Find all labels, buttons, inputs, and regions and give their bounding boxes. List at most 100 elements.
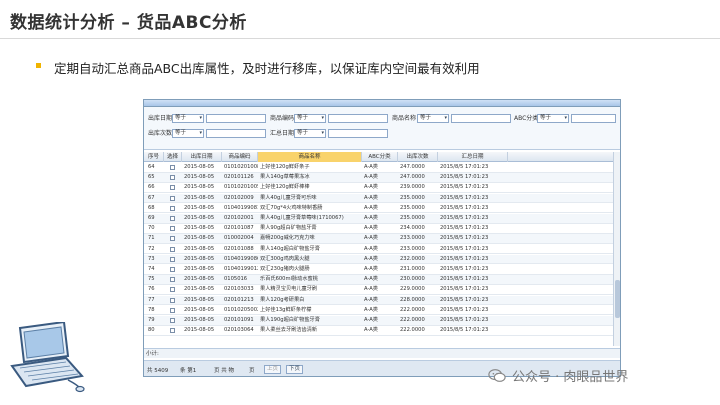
- filter-op-abc[interactable]: 等于 ▾: [537, 114, 569, 123]
- table-cell: 01010201008: [224, 164, 258, 170]
- title-divider: [0, 38, 720, 39]
- table-cell: 73: [148, 255, 155, 262]
- col-header-name[interactable]: 商品名称: [258, 152, 362, 162]
- table-cell: 247.0000: [400, 164, 425, 170]
- table-cell: 231.0000: [400, 266, 425, 272]
- vertical-scrollbar[interactable]: [613, 152, 620, 346]
- table-cell: 232.0000: [400, 255, 425, 262]
- filter-op-name[interactable]: 等于 ▾: [417, 114, 449, 123]
- prev-page-button[interactable]: 上页: [264, 365, 282, 374]
- row-checkbox[interactable]: [170, 328, 175, 334]
- table-row[interactable]: 64 2015-08-05 01010201008 上好佳120g鲜虾条子 A-A类 24…: [144, 163, 614, 173]
- filter-input-count[interactable]: [206, 129, 266, 138]
- table-cell: 64: [148, 164, 155, 170]
- table-cell: 果人120g考研果白: [260, 296, 305, 303]
- row-checkbox[interactable]: [170, 216, 175, 221]
- row-checkbox[interactable]: [170, 297, 175, 303]
- table-cell: 果人90g超白矿物盐牙膏: [260, 225, 317, 232]
- row-checkbox[interactable]: [170, 226, 175, 232]
- table-cell: 233.0000: [400, 245, 425, 252]
- table-cell: 020101213: [224, 296, 254, 303]
- table-cell: 78: [148, 306, 155, 313]
- table-cell: 2015/8/5 17:01:23: [440, 235, 489, 242]
- table-cell: 75: [148, 276, 155, 283]
- table-cell: 双汇230g猪肉火腿肠: [260, 266, 310, 272]
- table-row[interactable]: 79 2015-08-05 020101091 果人190g超白矿物盐牙膏 A-A类 22…: [144, 316, 614, 326]
- table-row[interactable]: 78 2015-08-05 01010205002 上好佳13g鲜虾条柠檬 A-A类 22…: [144, 306, 614, 316]
- table-row[interactable]: 75 2015-08-05 0105016 乐百氏600ml脉动水蜜桃 A-A类 230.…: [144, 275, 614, 285]
- row-checkbox[interactable]: [170, 267, 175, 272]
- filter-input-abc[interactable]: [571, 114, 616, 123]
- row-checkbox[interactable]: [170, 165, 175, 170]
- filter-op-count[interactable]: 等于 ▾: [172, 129, 204, 138]
- table-row[interactable]: 77 2015-08-05 020101213 果人120g考研果白 A-A类 228.0…: [144, 295, 614, 306]
- col-header-sumdate[interactable]: 汇总日期: [438, 152, 508, 162]
- table-cell: A-A类: [364, 184, 378, 191]
- col-header-outdate[interactable]: 出库日期: [182, 152, 222, 162]
- table-cell: 247.0000: [400, 174, 425, 181]
- row-checkbox[interactable]: [170, 307, 175, 313]
- table-cell: 2015-08-05: [184, 266, 215, 272]
- table-cell: 65: [148, 174, 155, 181]
- table-cell: 020101087: [224, 225, 254, 232]
- table-cell: 2015-08-05: [184, 286, 215, 293]
- table-row[interactable]: 72 2015-08-05 020101088 果人140g超白矿物盐牙膏 A-A类 23…: [144, 245, 614, 255]
- table-cell: 果人40g儿童牙膏可乐味: [260, 194, 317, 201]
- table-row[interactable]: 66 2015-08-05 01010201005 上好佳120g鲜虾棒棒 A-A类 23…: [144, 183, 614, 193]
- table-row[interactable]: 70 2015-08-05 020101087 果人90g超白矿物盐牙膏 A-A类 234…: [144, 224, 614, 234]
- table-cell: 2015-08-05: [184, 245, 215, 252]
- row-checkbox[interactable]: [170, 236, 175, 242]
- scrollbar-thumb[interactable]: [615, 280, 620, 318]
- table-row[interactable]: 68 2015-08-05 01040199081 双汇70g*4火鸡味特制香肠 A-A…: [144, 204, 614, 214]
- row-checkbox[interactable]: [170, 277, 175, 283]
- col-header-abc[interactable]: ABC分类: [362, 152, 398, 162]
- table-cell: 67: [148, 194, 155, 201]
- next-page-button[interactable]: 下页: [286, 365, 304, 374]
- table-row[interactable]: 65 2015-08-05 020101126 果人140g草莓果冻冰 A-A类 247.…: [144, 173, 614, 183]
- filter-input-name[interactable]: [451, 114, 511, 123]
- table-row[interactable]: 76 2015-08-05 020103033 果人精灵宝贝电儿童牙刷 A-A类 229.…: [144, 285, 614, 295]
- table-cell: 68: [148, 204, 155, 211]
- row-checkbox[interactable]: [170, 185, 175, 191]
- row-checkbox[interactable]: [170, 246, 175, 252]
- col-header-seq[interactable]: 序号: [144, 152, 164, 162]
- col-header-code[interactable]: 商品编码: [222, 152, 258, 162]
- table-row[interactable]: 80 2015-08-05 020103064 果人柔丝去牙刷洁齿清新 A-A类 222.…: [144, 326, 614, 336]
- table-cell: 77: [148, 296, 155, 303]
- filter-input-sumdate[interactable]: [328, 129, 388, 138]
- row-checkbox[interactable]: [170, 195, 175, 201]
- row-checkbox[interactable]: [170, 175, 175, 181]
- filter-op-outdate[interactable]: 等于 ▾: [172, 114, 204, 123]
- filter-panel: 出库日期 等于 ▾ 商品编码 等于 ▾ 商品名称 等于 ▾ ABC分类 等于 ▾ 出库次…: [144, 107, 620, 150]
- table-cell: 71: [148, 235, 155, 242]
- filter-input-code[interactable]: [328, 114, 388, 123]
- table-cell: 01040199012: [224, 266, 258, 272]
- table-cell: 2015/8/5 17:01:23: [440, 306, 489, 313]
- table-row[interactable]: 73 2015-08-05 01040199086 双汇300g鸡肉黑火腿 A-A类 23…: [144, 254, 614, 265]
- row-checkbox[interactable]: [170, 205, 175, 211]
- table-cell: 235.0000: [400, 215, 425, 221]
- table-row[interactable]: 71 2015-08-05 010002004 嘉畅200g威化巧克力味 A-A类 233…: [144, 234, 614, 244]
- filter-label-outdate: 出库日期: [148, 115, 173, 122]
- table-cell: A-A类: [364, 286, 378, 293]
- table-cell: 222.0000: [400, 327, 425, 334]
- filter-op-code[interactable]: 等于 ▾: [294, 114, 326, 123]
- filter-op-sumdate[interactable]: 等于 ▾: [294, 129, 326, 138]
- table-cell: 230.0000: [400, 276, 425, 283]
- table-row[interactable]: 69 2015-08-05 020102001 果人40g儿童牙膏草莓味(171006…: [144, 214, 614, 224]
- filter-input-outdate[interactable]: [206, 114, 266, 123]
- abc-query-window: 出库日期 等于 ▾ 商品编码 等于 ▾ 商品名称 等于 ▾ ABC分类 等于 ▾ 出库次…: [143, 99, 621, 377]
- slide-title: 数据统计分析 – 货品ABC分析: [10, 13, 247, 33]
- col-header-select[interactable]: 选择: [164, 152, 182, 162]
- col-header-count[interactable]: 出库次数: [398, 152, 438, 162]
- table-row[interactable]: 67 2015-08-05 020102009 果人40g儿童牙膏可乐味 A-A类 235…: [144, 193, 614, 204]
- table-cell: 嘉畅200g威化巧克力味: [260, 235, 315, 242]
- table-cell: 2015/8/5 17:01:23: [440, 215, 489, 221]
- row-checkbox[interactable]: [170, 256, 175, 262]
- table-cell: 228.0000: [400, 296, 425, 303]
- table-row[interactable]: 74 2015-08-05 01040199012 双汇230g猪肉火腿肠 A-A类 23…: [144, 265, 614, 275]
- row-checkbox[interactable]: [170, 287, 175, 293]
- row-checkbox[interactable]: [170, 318, 175, 323]
- table-cell: 2015/8/5 17:01:23: [440, 327, 489, 334]
- table-cell: 双汇70g*4火鸡味特制香肠: [260, 204, 323, 211]
